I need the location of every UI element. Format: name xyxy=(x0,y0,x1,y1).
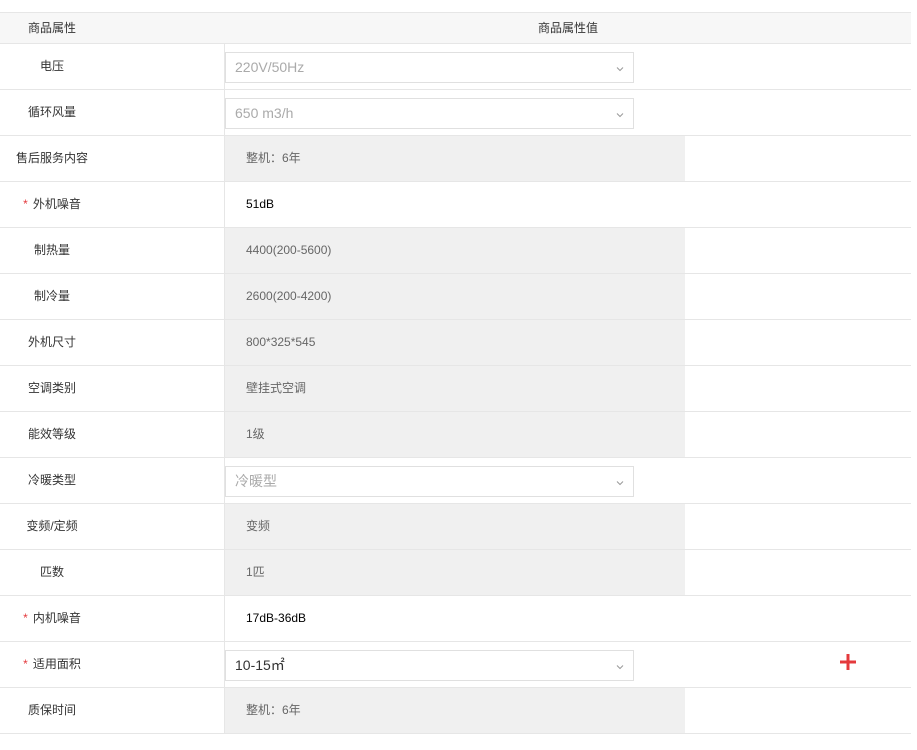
chevron-down-icon xyxy=(616,476,624,486)
readonly-value: 2600(200-4200) xyxy=(225,274,685,319)
attribute-select[interactable]: 650 m3/h xyxy=(225,98,634,129)
attribute-name: 电压 xyxy=(0,44,104,89)
table-row: * 内机噪音 17dB-36dB xyxy=(0,596,911,642)
attribute-name: 循环风量 xyxy=(0,90,104,135)
attribute-label: 空调类别 xyxy=(27,381,76,395)
attribute-label: 外机噪音 xyxy=(32,197,81,211)
readonly-value: 4400(200-5600) xyxy=(225,228,685,273)
attribute-rows: 电压 220V/50Hz 循环风量 650 m3/h 售后服务内容 整机：6年 * 外机噪音 5… xyxy=(0,44,911,734)
readonly-value: 800*325*545 xyxy=(225,320,685,365)
table-row: 质保时间 整机：6年 xyxy=(0,688,911,734)
table-row: 循环风量 650 m3/h xyxy=(0,90,911,136)
header-attribute-name: 商品属性 xyxy=(27,21,76,35)
attribute-name: 售后服务内容 xyxy=(0,136,104,181)
attribute-name: * 内机噪音 xyxy=(0,596,104,641)
attribute-select[interactable]: 10-15㎡ xyxy=(225,650,634,681)
attribute-label: 制冷量 xyxy=(33,289,70,303)
table-row: 制热量 4400(200-5600) xyxy=(0,228,911,274)
attribute-label: 质保时间 xyxy=(27,703,76,717)
readonly-value: 1级 xyxy=(225,412,685,457)
attribute-name: 冷暖类型 xyxy=(0,458,104,503)
required-marker: * xyxy=(23,611,28,625)
attribute-select[interactable]: 冷暖型 xyxy=(225,466,634,497)
attribute-name: 能效等级 xyxy=(0,412,104,457)
attribute-name: 变频/定频 xyxy=(0,504,104,549)
attribute-table: 商品属性 商品属性值 电压 220V/50Hz 循环风量 650 m3/h 售后服务内容… xyxy=(0,12,911,734)
attribute-label: 制热量 xyxy=(33,243,70,257)
required-marker: * xyxy=(23,197,28,211)
value-field[interactable]: 17dB-36dB xyxy=(225,596,685,641)
select-value: 10-15㎡ xyxy=(235,657,285,673)
attribute-name: 制热量 xyxy=(0,228,104,273)
attribute-label: 冷暖类型 xyxy=(27,473,76,487)
table-row: 电压 220V/50Hz xyxy=(0,44,911,90)
attribute-label: 售后服务内容 xyxy=(15,151,88,165)
attribute-select[interactable]: 220V/50Hz xyxy=(225,52,634,83)
table-row: 空调类别 壁挂式空调 xyxy=(0,366,911,412)
table-row: 匹数 1匹 xyxy=(0,550,911,596)
table-row: 外机尺寸 800*325*545 xyxy=(0,320,911,366)
attribute-name: 空调类别 xyxy=(0,366,104,411)
readonly-value: 壁挂式空调 xyxy=(225,366,685,411)
readonly-value: 1匹 xyxy=(225,550,685,595)
attribute-label: 变频/定频 xyxy=(26,519,78,533)
attribute-label: 适用面积 xyxy=(32,657,81,671)
add-icon[interactable] xyxy=(839,653,857,671)
required-marker: * xyxy=(23,657,28,671)
value-field[interactable]: 51dB xyxy=(225,182,685,227)
readonly-value: 整机：6年 xyxy=(225,136,685,181)
readonly-value: 整机：6年 xyxy=(225,688,685,733)
select-value: 650 m3/h xyxy=(235,105,294,121)
table-row: * 适用面积 10-15㎡ xyxy=(0,642,911,688)
chevron-down-icon xyxy=(616,660,624,670)
attribute-name: * 适用面积 xyxy=(0,642,104,687)
attribute-label: 能效等级 xyxy=(27,427,76,441)
attribute-name: * 外机噪音 xyxy=(0,182,104,227)
chevron-down-icon xyxy=(616,108,624,118)
chevron-down-icon xyxy=(616,62,624,72)
header-attribute-value: 商品属性值 xyxy=(537,21,598,35)
attribute-name: 外机尺寸 xyxy=(0,320,104,365)
table-row: 售后服务内容 整机：6年 xyxy=(0,136,911,182)
attribute-label: 内机噪音 xyxy=(32,611,81,625)
attribute-label: 电压 xyxy=(39,59,64,73)
table-header: 商品属性 商品属性值 xyxy=(0,13,911,44)
attribute-name: 制冷量 xyxy=(0,274,104,319)
table-row: 制冷量 2600(200-4200) xyxy=(0,274,911,320)
attribute-name: 质保时间 xyxy=(0,688,104,733)
table-row: 冷暖类型 冷暖型 xyxy=(0,458,911,504)
select-value: 220V/50Hz xyxy=(235,59,305,75)
readonly-value: 变频 xyxy=(225,504,685,549)
attribute-label: 循环风量 xyxy=(27,105,76,119)
attribute-name: 匹数 xyxy=(0,550,104,595)
attribute-label: 外机尺寸 xyxy=(27,335,76,349)
table-row: * 外机噪音 51dB xyxy=(0,182,911,228)
table-row: 能效等级 1级 xyxy=(0,412,911,458)
select-value: 冷暖型 xyxy=(235,473,277,489)
table-row: 变频/定频 变频 xyxy=(0,504,911,550)
attribute-label: 匹数 xyxy=(39,565,64,579)
